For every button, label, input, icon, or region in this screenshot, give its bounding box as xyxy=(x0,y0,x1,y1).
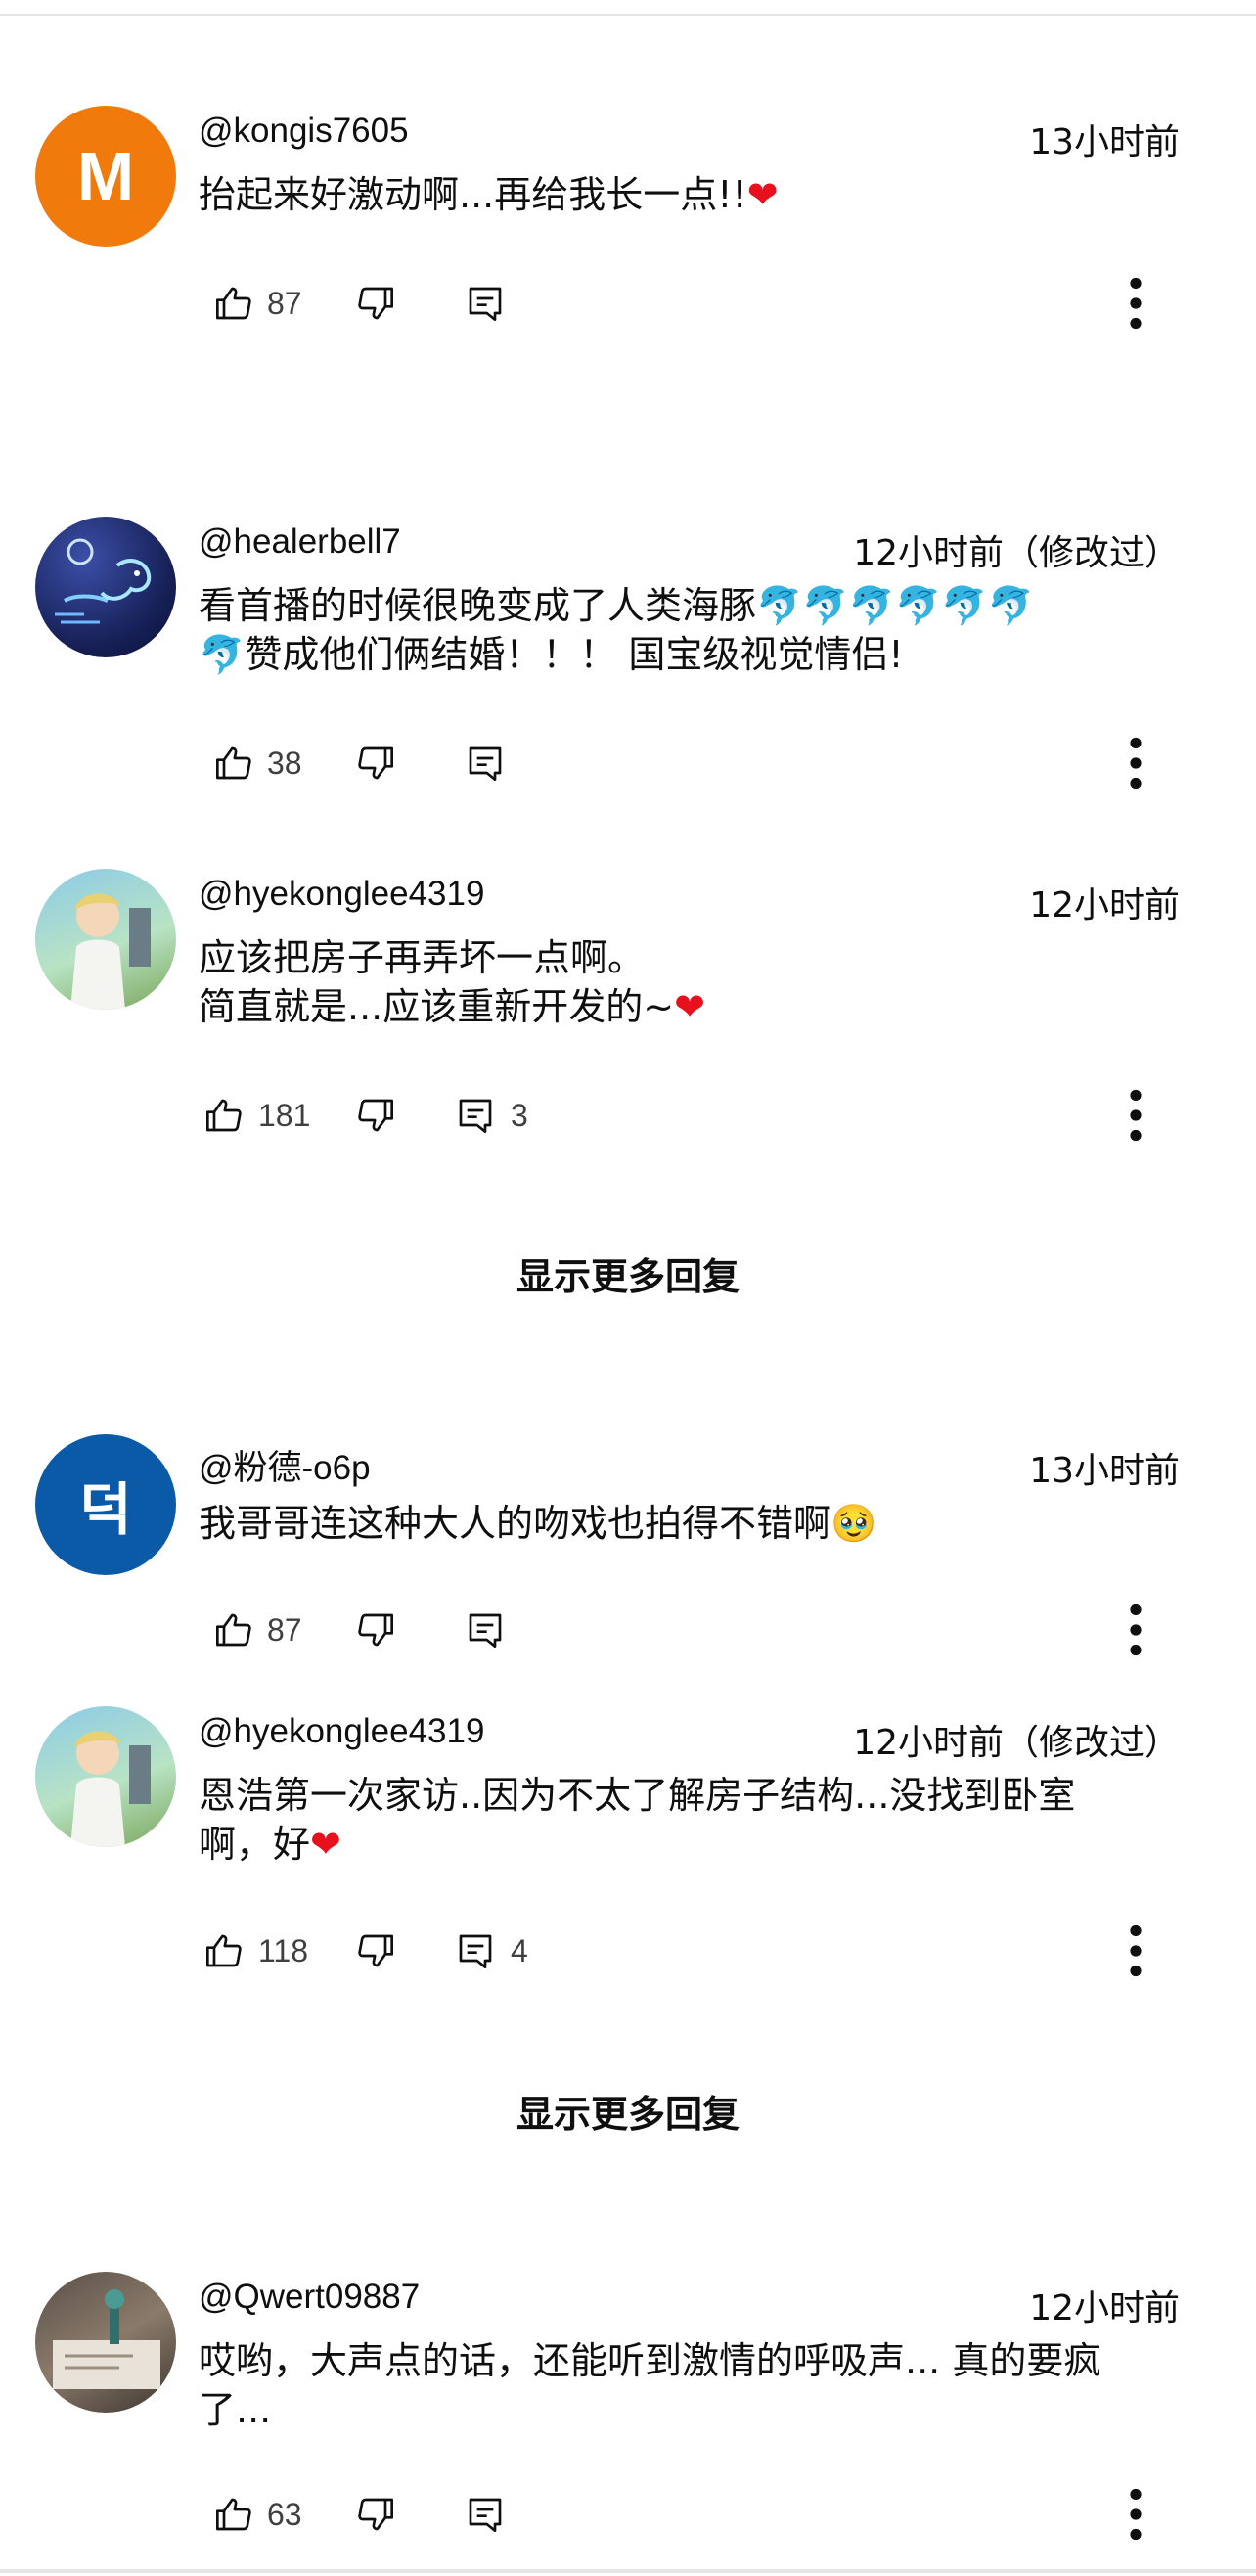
like-count: 63 xyxy=(267,2497,302,2532)
comment-actions: 87 xyxy=(0,274,1256,333)
thumbs-down-icon[interactable] xyxy=(356,284,395,323)
comment-author[interactable]: @hyekonglee4319 xyxy=(199,875,484,914)
comment-actions: 38 xyxy=(0,734,1256,792)
reply-icon[interactable] xyxy=(456,1931,495,1970)
heart-emoji: ❤ xyxy=(310,1823,341,1866)
comment-text-line: 啊，好 xyxy=(199,1823,311,1866)
more-vertical-icon[interactable] xyxy=(1121,1923,1150,1978)
reply-icon[interactable] xyxy=(466,2495,505,2534)
avatar[interactable] xyxy=(35,869,176,1010)
thumbs-up-icon[interactable] xyxy=(214,1610,253,1650)
comment-time: 12小时前（修改过） xyxy=(853,1723,1180,1763)
thumbs-down-icon[interactable] xyxy=(356,744,395,783)
show-more-replies-button[interactable]: 显示更多回复 xyxy=(0,2084,1256,2138)
heart-emoji: ❤ xyxy=(674,985,705,1028)
thumbs-down-icon[interactable] xyxy=(356,1931,395,1970)
thumbs-down-icon[interactable] xyxy=(356,1610,395,1650)
comment-text-line: 哎哟，大声点的话，还能听到激情的呼吸声... 真的要疯 xyxy=(199,2339,1101,2382)
comment-time: 12小时前 xyxy=(1029,2288,1180,2328)
thumbs-up-icon[interactable] xyxy=(204,1931,244,1970)
reply-count[interactable]: 4 xyxy=(511,1931,528,1970)
comment-text: 恩浩第一次家访..因为不太了解房子结构...没找到卧室 啊，好❤ xyxy=(199,1771,1187,1869)
like-count: 38 xyxy=(267,746,302,781)
top-divider xyxy=(0,14,1256,16)
thumbs-down-icon[interactable] xyxy=(356,1096,395,1135)
comment-text-line: 应该把房子再弄坏一点啊。 xyxy=(199,936,646,979)
more-vertical-icon[interactable] xyxy=(1121,736,1150,791)
avatar[interactable]: M xyxy=(35,106,176,247)
comment-text-line: 简直就是...应该重新开发的~ xyxy=(199,985,675,1028)
comment-time: 12小时前（修改过） xyxy=(853,533,1180,573)
reply-icon[interactable] xyxy=(466,744,505,783)
more-vertical-icon[interactable] xyxy=(1121,1088,1150,1143)
avatar-image xyxy=(70,893,151,1010)
comment-text: 我哥哥连这种大人的吻戏也拍得不错啊🥹 xyxy=(199,1499,1187,1548)
thumbs-down-icon[interactable] xyxy=(356,2495,395,2534)
avatar[interactable] xyxy=(35,1706,176,1847)
comment-actions: 63 xyxy=(0,2485,1256,2544)
dolphin-emoji: 🐬 xyxy=(199,633,246,676)
comment-actions: 118 4 xyxy=(0,1921,1256,1980)
comment-time: 13小时前 xyxy=(1029,1451,1180,1491)
like-count: 87 xyxy=(267,286,302,321)
reply-icon[interactable] xyxy=(466,284,505,323)
comment-text: 看首播的时候很晚变成了人类海豚🐬🐬🐬🐬🐬🐬 🐬赞成他们俩结婚！！！ 国宝级视觉情… xyxy=(199,581,1187,679)
reply-icon[interactable] xyxy=(456,1096,495,1135)
avatar[interactable] xyxy=(35,2272,176,2413)
comment-text: 抬起来好激动啊...再给我长一点!!❤ xyxy=(199,170,1187,219)
avatar-image xyxy=(70,1731,151,1847)
comment-time: 13小时前 xyxy=(1029,122,1180,162)
comment-text-line: 赞成他们俩结婚！！！ 国宝级视觉情侣! xyxy=(245,633,904,676)
avatar-image xyxy=(55,538,152,624)
dolphin-emoji: 🐬🐬🐬🐬🐬🐬 xyxy=(756,584,1034,627)
more-vertical-icon[interactable] xyxy=(1121,276,1150,331)
thumbs-up-icon[interactable] xyxy=(214,2495,253,2534)
show-more-replies-button[interactable]: 显示更多回复 xyxy=(0,1246,1256,1300)
avatar-image xyxy=(53,2289,160,2389)
comment-text-line: 了... xyxy=(199,2388,272,2431)
comment-actions: 87 xyxy=(0,1601,1256,1659)
comment-text-line: 恩浩第一次家访..因为不太了解房子结构...没找到卧室 xyxy=(199,1774,1076,1817)
like-count: 87 xyxy=(267,1612,302,1648)
comment-text: 哎哟，大声点的话，还能听到激情的呼吸声... 真的要疯 了... xyxy=(199,2336,1187,2434)
comment-text-line: 我哥哥连这种大人的吻戏也拍得不错啊 xyxy=(199,1502,831,1545)
thumbs-up-icon[interactable] xyxy=(204,1096,244,1135)
thumbs-up-icon[interactable] xyxy=(214,744,253,783)
like-count: 118 xyxy=(258,1933,309,1968)
comment-text: 应该把房子再弄坏一点啊。 简直就是...应该重新开发的~❤ xyxy=(199,933,1187,1031)
comment-author[interactable]: @Qwert09887 xyxy=(199,2278,420,2317)
bottom-divider xyxy=(0,2569,1256,2573)
heart-emoji: ❤ xyxy=(746,173,779,216)
avatar[interactable]: 덕 xyxy=(35,1434,176,1575)
comment-author[interactable]: @healerbell7 xyxy=(199,522,401,562)
more-vertical-icon[interactable] xyxy=(1121,2487,1150,2542)
comment-author[interactable]: @kongis7605 xyxy=(199,112,409,151)
comment-text-part: 抬起来好激动啊...再给我长一点!! xyxy=(199,173,747,216)
comment-actions: 181 3 xyxy=(0,1086,1256,1145)
pleading-face-emoji: 🥹 xyxy=(830,1502,877,1545)
thumbs-up-icon[interactable] xyxy=(214,284,253,323)
like-count: 181 xyxy=(258,1098,311,1133)
comment-author[interactable]: @hyekonglee4319 xyxy=(199,1712,484,1751)
comment-author[interactable]: @粉德-o6p xyxy=(199,1440,371,1490)
reply-icon[interactable] xyxy=(466,1610,505,1650)
avatar[interactable] xyxy=(35,517,176,657)
reply-count[interactable]: 3 xyxy=(511,1096,528,1135)
comment-text-line: 看首播的时候很晚变成了人类海豚 xyxy=(199,584,757,627)
more-vertical-icon[interactable] xyxy=(1121,1603,1150,1657)
comment-time: 12小时前 xyxy=(1029,885,1180,926)
